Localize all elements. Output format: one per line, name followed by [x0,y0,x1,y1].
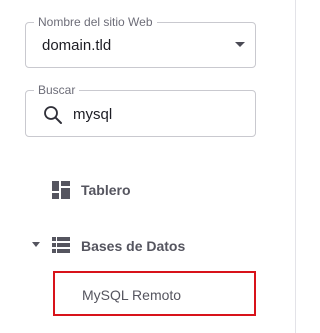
sidebar-item-bases-de-datos[interactable]: Bases de Datos [30,231,230,259]
chevron-down-icon[interactable] [235,42,245,47]
site-name-select[interactable]: Nombre del sitio Web domain.tld [25,15,256,68]
panel-right-border [295,0,296,333]
sidebar-item-label: Tablero [81,182,131,198]
database-list-icon [52,237,70,253]
site-name-value: domain.tld [42,37,112,54]
search-field[interactable]: Buscar [25,83,256,137]
search-input[interactable] [73,103,243,125]
sidebar-subitem-label: MySQL Remoto [82,287,182,303]
dashboard-icon [52,181,70,199]
sidebar-subitem-mysql-remoto[interactable]: MySQL Remoto [53,271,256,316]
search-label: Buscar [34,83,80,97]
search-icon [44,106,62,124]
sidebar-item-tablero[interactable]: Tablero [30,175,230,203]
site-name-label: Nombre del sitio Web [34,15,157,29]
sidebar-item-label: Bases de Datos [81,238,186,254]
caret-down-icon[interactable] [32,242,40,247]
